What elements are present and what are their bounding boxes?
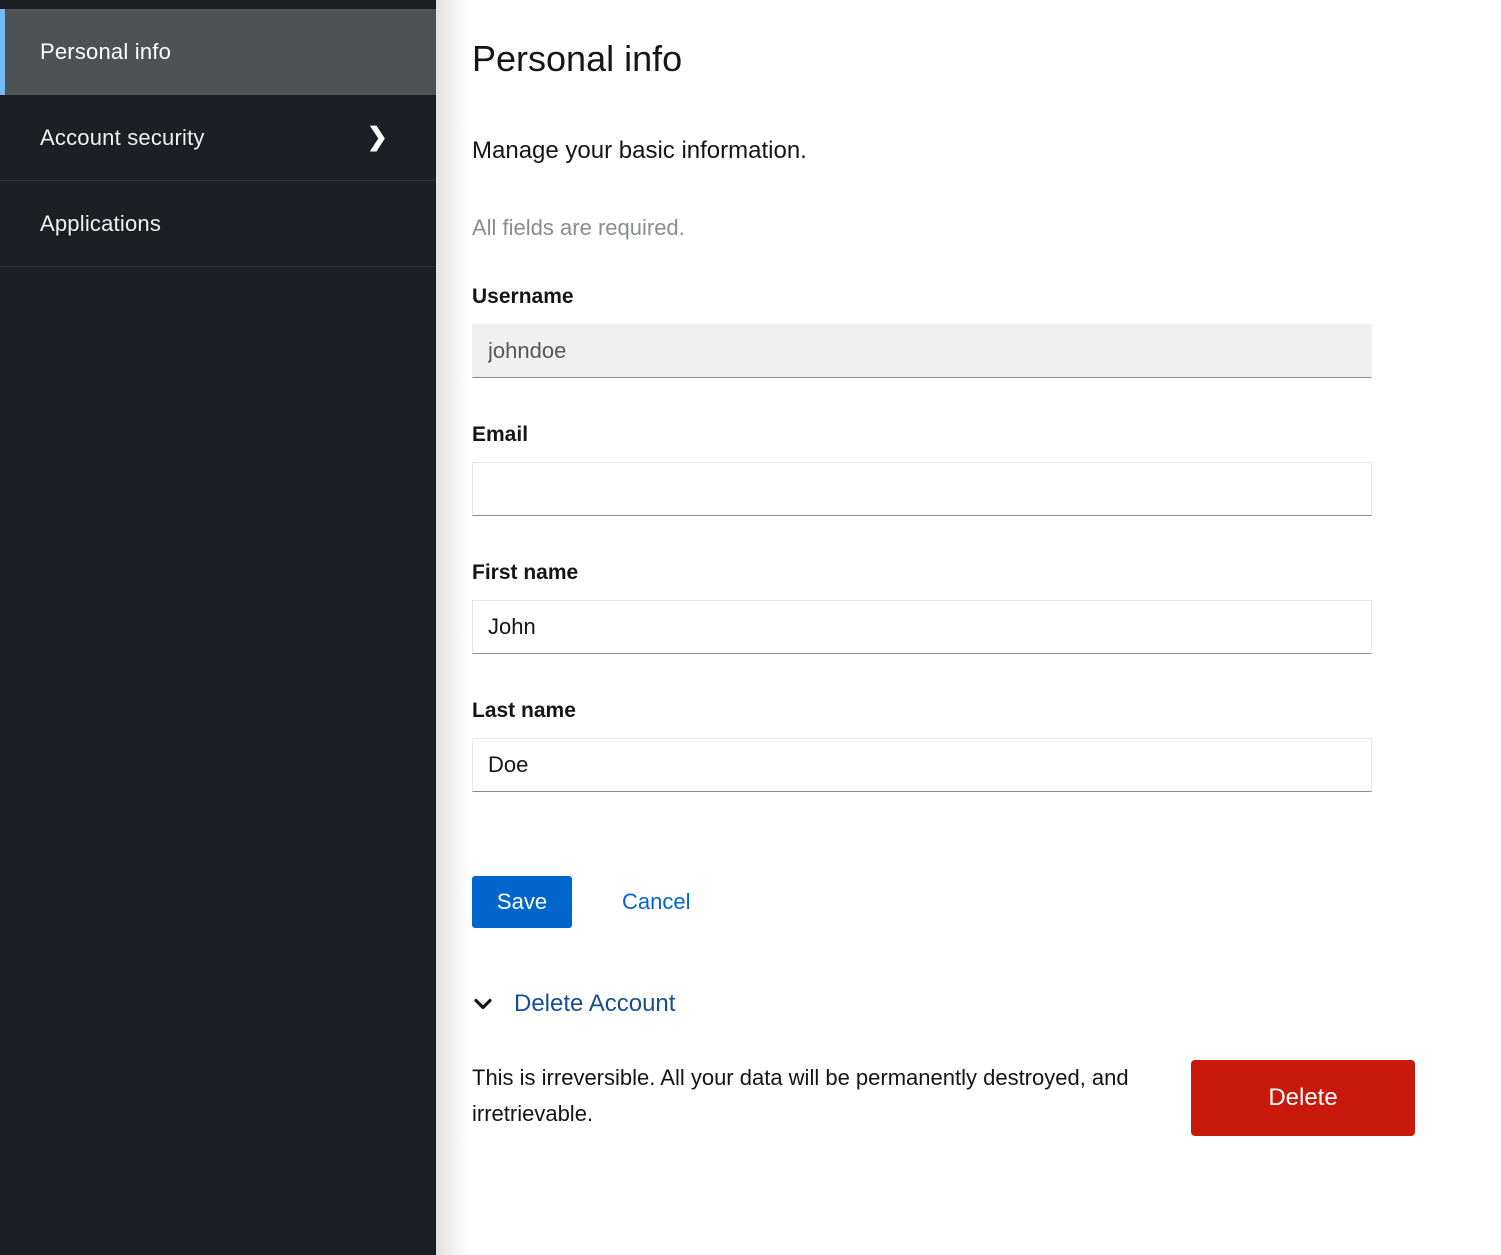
cancel-link[interactable]: Cancel (622, 889, 690, 915)
delete-account-toggle[interactable]: Delete Account (472, 990, 1415, 1018)
chevron-down-icon (472, 993, 494, 1015)
username-input[interactable] (472, 324, 1372, 378)
sidebar-item-label: Personal info (40, 39, 171, 65)
sidebar-item-personal-info[interactable]: Personal info (0, 9, 436, 95)
sidebar: Personal info Account security ❯ Applica… (0, 0, 436, 1255)
delete-button[interactable]: Delete (1191, 1060, 1415, 1136)
main-content: Personal info Manage your basic informat… (436, 0, 1501, 1255)
username-field-group: Username (472, 286, 1415, 378)
last-name-label: Last name (472, 700, 1415, 722)
page-title: Personal info (472, 40, 1415, 78)
delete-warning-text: This is irreversible. All your data will… (472, 1060, 1142, 1132)
personal-info-form: Username Email First name Last name Save… (472, 286, 1415, 928)
chevron-right-icon: ❯ (367, 125, 388, 150)
page-subtitle: Manage your basic information. (472, 138, 1415, 164)
last-name-input[interactable] (472, 738, 1372, 792)
sidebar-item-applications[interactable]: Applications (0, 181, 436, 267)
required-fields-hint: All fields are required. (472, 216, 1415, 240)
first-name-field-group: First name (472, 562, 1415, 654)
email-field-group: Email (472, 424, 1415, 516)
last-name-field-group: Last name (472, 700, 1415, 792)
delete-account-link[interactable]: Delete Account (514, 990, 675, 1018)
sidebar-item-label: Account security (40, 125, 205, 151)
username-label: Username (472, 286, 1415, 308)
first-name-label: First name (472, 562, 1415, 584)
email-label: Email (472, 424, 1415, 446)
first-name-input[interactable] (472, 600, 1372, 654)
sidebar-item-label: Applications (40, 211, 161, 237)
sidebar-item-account-security[interactable]: Account security ❯ (0, 95, 436, 181)
form-actions: Save Cancel (472, 876, 1415, 928)
delete-account-section: This is irreversible. All your data will… (472, 1060, 1415, 1136)
email-input[interactable] (472, 462, 1372, 516)
save-button[interactable]: Save (472, 876, 572, 928)
